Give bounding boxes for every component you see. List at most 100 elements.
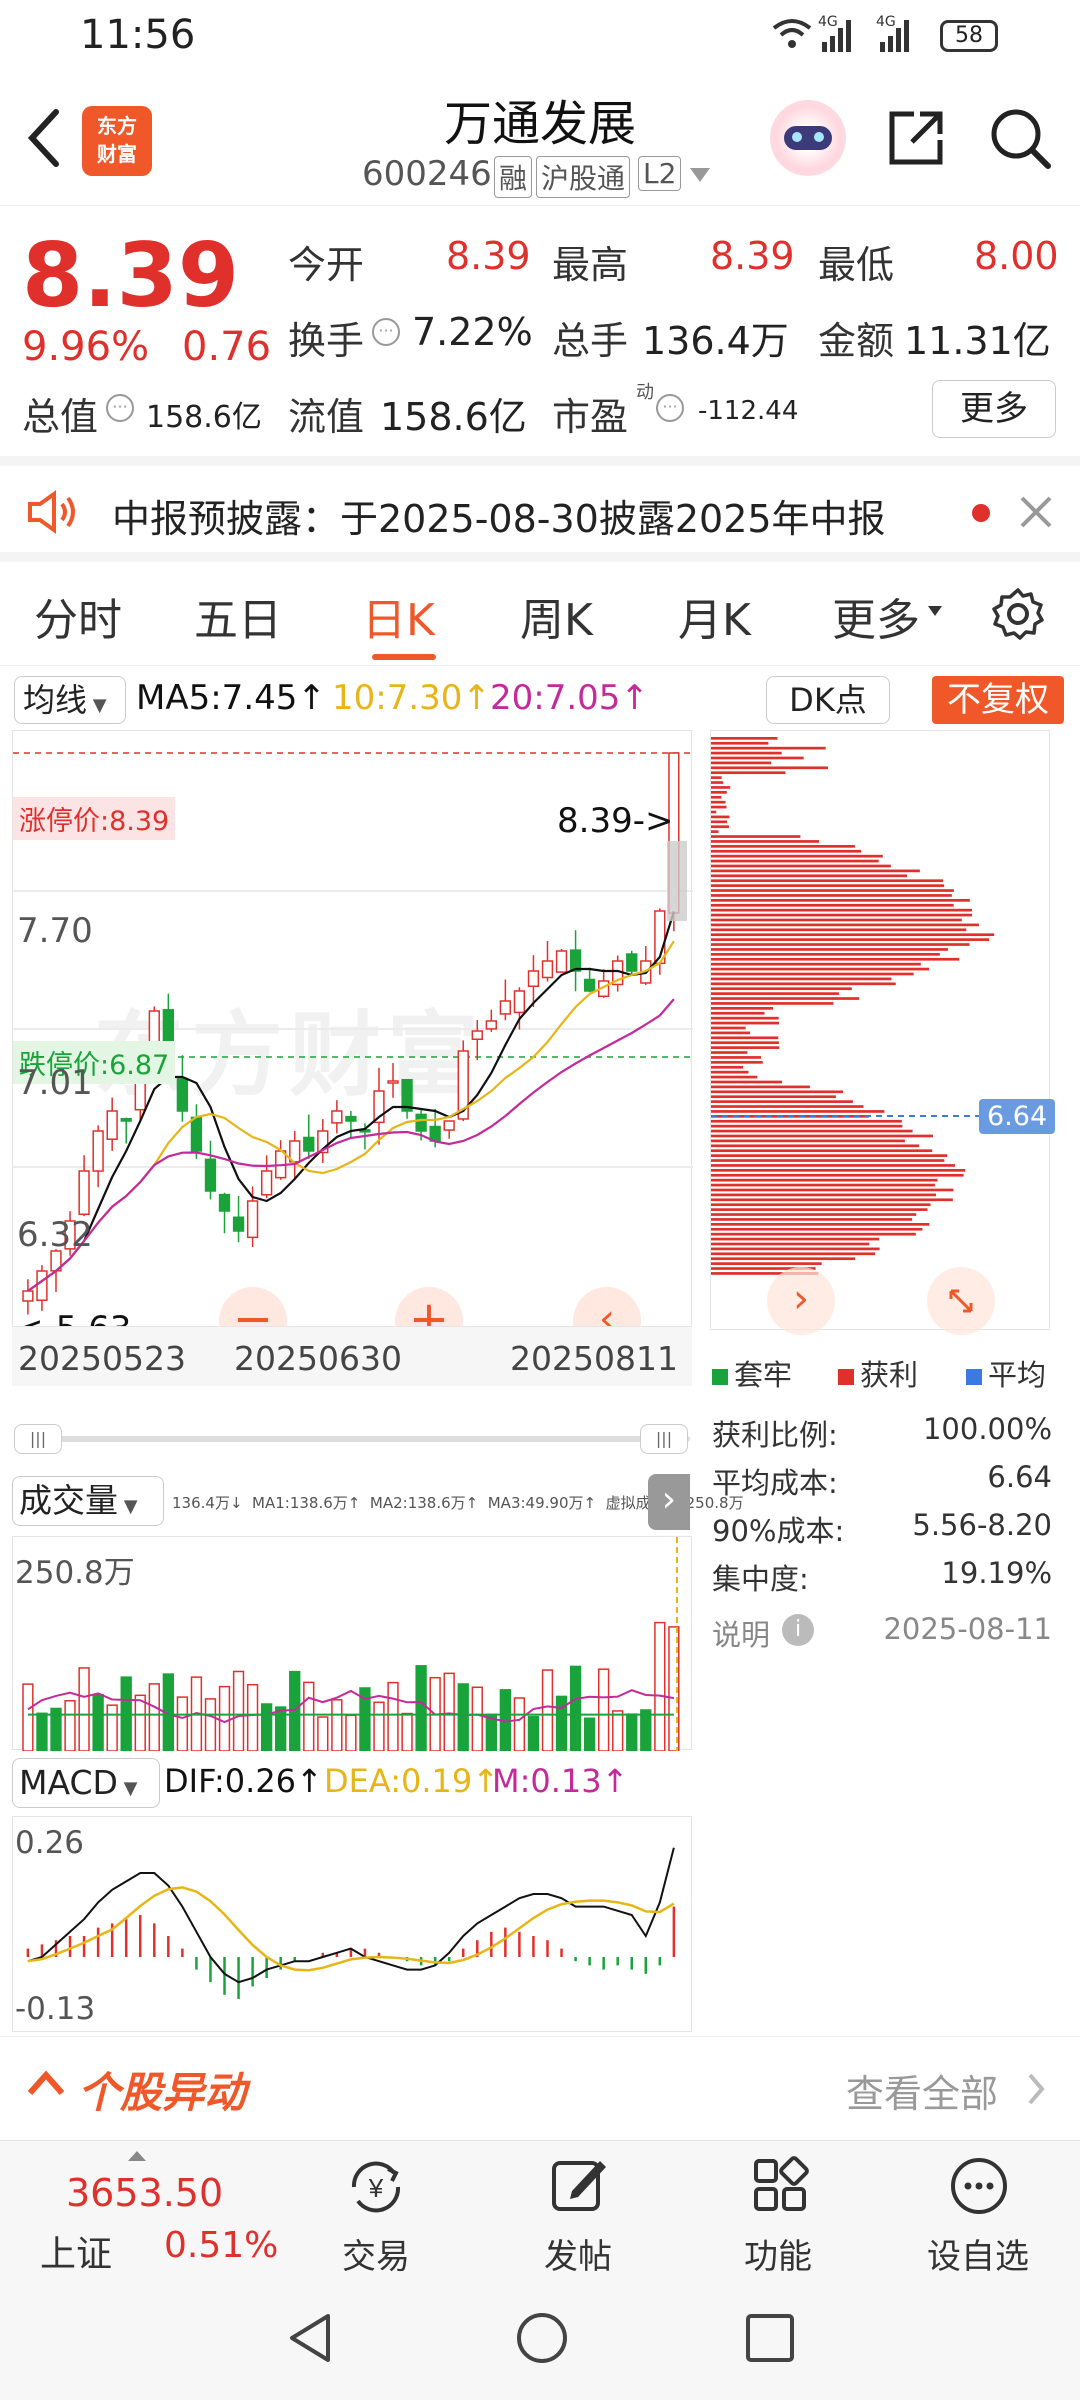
tab-daily-k[interactable]: 日K [362, 584, 435, 648]
chip-bar [711, 849, 862, 853]
system-nav-bar [0, 2280, 1080, 2400]
chip-bar [711, 948, 948, 951]
ma-line [27, 911, 675, 1292]
chip-bar [711, 1188, 954, 1192]
chevron-right-icon[interactable] [1026, 2071, 1046, 2111]
expand-icon[interactable] [927, 1267, 995, 1335]
chip-bar [711, 1134, 933, 1138]
candle [260, 1170, 273, 1196]
chip-bar [711, 1223, 930, 1226]
tab-weekly-k[interactable]: 周K [520, 584, 593, 648]
tab-more[interactable]: 更多 [832, 584, 920, 648]
more-circle-icon [951, 2158, 1007, 2214]
adjust-toggle[interactable]: 不复权 [932, 676, 1064, 724]
notice-banner[interactable]: 中报预披露：于2025-08-30披露2025年中报 [0, 456, 1080, 562]
chip-bar [711, 835, 801, 838]
chip-bar [711, 1090, 843, 1094]
volume-bar [64, 1700, 76, 1751]
candle [555, 950, 568, 973]
chart-area: 均线 ▼ MA5:7.45↑ 10:7.30↑ 20:7.05↑ DK点 不复权… [0, 666, 1080, 2036]
chip-bar [711, 1065, 744, 1069]
svg-text:¥: ¥ [368, 2173, 384, 2203]
bottom-nav: 3653.50 上证 0.51% ¥ 交易 发帖 功能 设自选 [0, 2140, 1080, 2280]
chip-bar [711, 1080, 783, 1084]
signal-icon: 4G [876, 14, 916, 58]
range-slider-track[interactable] [14, 1436, 690, 1442]
chip-bar [711, 1218, 913, 1221]
tab-intraday[interactable]: 分时 [34, 584, 122, 648]
volume-indicator-selector[interactable]: 成交量 ▼ [12, 1476, 164, 1526]
collapse-panel-button[interactable]: › [648, 1474, 690, 1530]
chip-bar [711, 800, 726, 804]
search-icon[interactable] [988, 106, 1052, 174]
volume-bar [260, 1703, 273, 1751]
macd-dea-legend: DEA:0.19↑ [324, 1762, 500, 1800]
view-all-link[interactable]: 查看全部 [846, 2063, 998, 2118]
candle [415, 1113, 427, 1132]
tab-monthly-k[interactable]: 月K [678, 584, 751, 648]
kline-chart[interactable]: 东方财富 涨停价:8.39 跌停价:6.87 8.39-> <-5.63 7.7… [12, 730, 693, 1386]
chip-bar [711, 756, 804, 760]
chip-next-button[interactable]: › [767, 1267, 835, 1335]
candle [541, 960, 554, 979]
index-change-pct[interactable]: 0.51% [164, 2225, 278, 2266]
high-value: 8.39 [710, 234, 795, 278]
gear-icon[interactable] [990, 586, 1046, 646]
index-name[interactable]: 上证 [40, 2225, 112, 2277]
chip-bar [711, 761, 772, 765]
chip-bar [711, 982, 896, 986]
chip-bar [711, 1110, 885, 1113]
chip-distribution[interactable]: 6.64 › [710, 730, 1056, 1335]
candle [527, 970, 540, 988]
recents-square-icon[interactable] [744, 2312, 796, 2368]
chip-bar [711, 992, 839, 995]
info-icon[interactable]: ··· [372, 318, 400, 346]
float-label: 流值 [288, 395, 365, 439]
home-circle-icon[interactable] [514, 2310, 570, 2370]
range-slider-right-handle[interactable]: ||| [640, 1424, 688, 1454]
ai-assistant-icon[interactable] [770, 100, 846, 176]
range-slider-left-handle[interactable]: ||| [14, 1424, 62, 1454]
volume-chart[interactable]: 250.8万 [12, 1536, 692, 1751]
tab-five-day[interactable]: 五日 [194, 584, 282, 648]
dk-point-toggle[interactable]: DK点 [766, 676, 890, 724]
info-icon[interactable]: ··· [106, 394, 134, 422]
macd-indicator-selector[interactable]: MACD ▼ [12, 1758, 160, 1808]
chip-bar [711, 845, 855, 848]
volume-bar [387, 1681, 399, 1751]
candle [569, 949, 582, 972]
more-quote-button[interactable]: 更多 [932, 380, 1056, 438]
index-value[interactable]: 3653.50 [66, 2171, 223, 2215]
volume-bar [583, 1717, 596, 1751]
chip-bar [711, 751, 782, 755]
close-icon[interactable] [1018, 494, 1054, 534]
turnover-value: 7.22% [412, 310, 533, 354]
chip-bar [711, 1100, 853, 1103]
macd-svg [26, 1847, 676, 1999]
back-triangle-icon[interactable] [284, 2310, 336, 2370]
chevron-up-icon[interactable] [26, 2069, 66, 2101]
ma-selector[interactable]: 均线 ▼ [14, 676, 126, 724]
info-icon[interactable]: ··· [656, 394, 684, 422]
pe-label: 市盈 [552, 395, 629, 439]
macd-chart[interactable]: 0.26 -0.13 [12, 1816, 692, 2032]
share-icon[interactable] [884, 106, 948, 174]
volume-bar [415, 1665, 427, 1751]
open-label: 今开 [288, 243, 365, 287]
info-icon: i [782, 1614, 814, 1646]
candle [499, 1000, 512, 1015]
chip-bar [711, 820, 727, 824]
candle [583, 978, 596, 992]
candle [387, 1080, 399, 1084]
mktcap-label: 总值 [22, 395, 99, 439]
chip-bar [711, 795, 722, 799]
chevron-down-icon[interactable] [690, 168, 710, 182]
ma20-legend: 20:7.05↑ [490, 678, 649, 718]
high-label: 最高 [552, 243, 629, 287]
chip-note-row[interactable]: 说明 i 2025-08-11 [712, 1612, 1052, 1654]
candle [190, 1116, 203, 1152]
change-amount: 0.76 [182, 324, 272, 370]
stock-alert-section[interactable]: 个股异动 查看全部 [0, 2036, 1080, 2140]
volume-bar [331, 1699, 343, 1751]
chip-bar [711, 913, 973, 917]
